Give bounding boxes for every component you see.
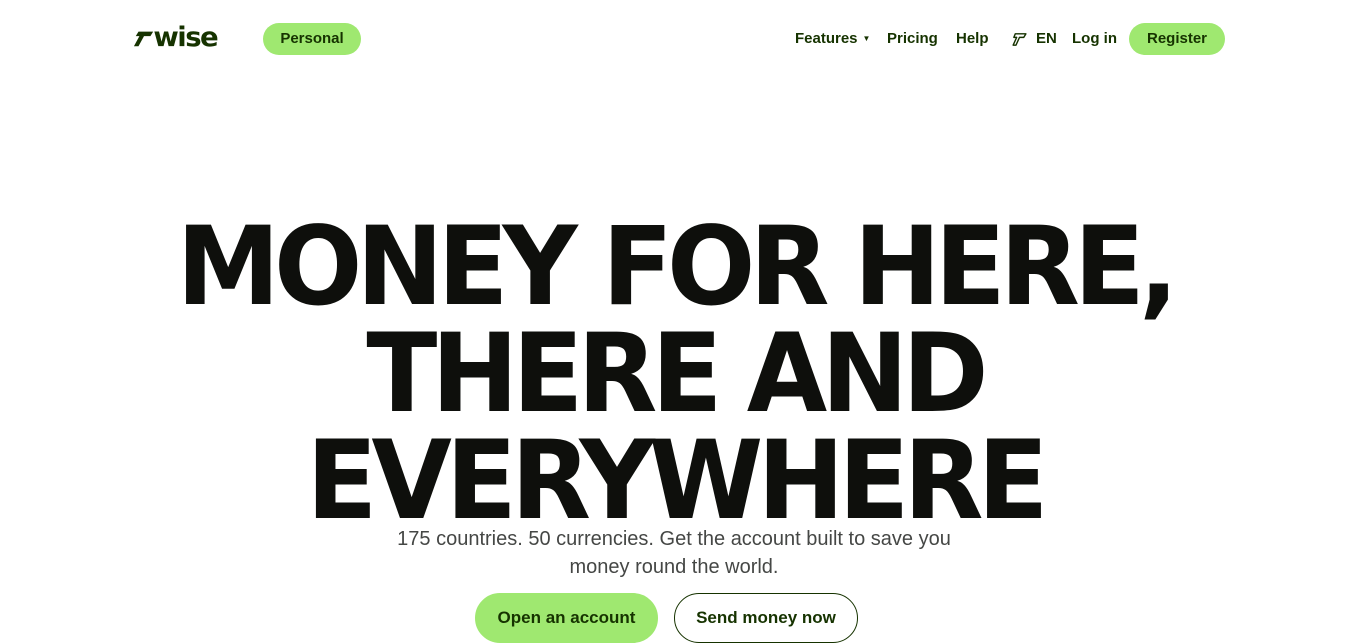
top-navigation: wise Personal Features ▼ Pricing Help EN … (0, 0, 1349, 78)
wise-flag-icon (1012, 32, 1027, 46)
hero-headline: MONEY FOR HERE, THERE AND EVERYWHERE (0, 201, 1349, 544)
personal-segment-button[interactable]: Personal (263, 23, 361, 55)
wise-flag-icon (133, 31, 154, 47)
language-selector[interactable]: EN (1011, 29, 1057, 49)
brand-wordmark: wise (153, 22, 218, 53)
headline-line: THERE AND (366, 308, 988, 437)
pricing-link[interactable]: Pricing (887, 29, 938, 49)
features-menu[interactable]: Features ▼ (795, 29, 870, 49)
open-account-button[interactable]: Open an account (475, 593, 658, 643)
headline-line: EVERYWHERE (306, 415, 1048, 544)
help-link[interactable]: Help (956, 29, 989, 49)
login-link[interactable]: Log in (1072, 29, 1117, 49)
language-label: EN (1036, 30, 1057, 47)
chevron-down-icon: ▼ (862, 34, 871, 43)
headline-line: MONEY FOR HERE, (176, 201, 1179, 330)
wise-logo[interactable]: wise (133, 22, 219, 53)
register-button[interactable]: Register (1129, 23, 1225, 55)
hero-subtext: 175 countries. 50 currencies. Get the ac… (397, 528, 951, 578)
send-money-button[interactable]: Send money now (674, 593, 858, 643)
features-label: Features (795, 30, 858, 47)
